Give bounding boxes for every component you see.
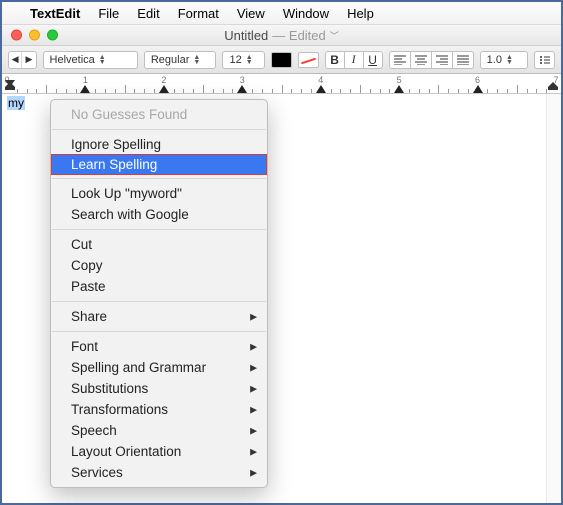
text-editor-area[interactable]: my No Guesses Found Ignore Spelling Lear… xyxy=(2,94,561,503)
left-indent-marker[interactable] xyxy=(5,78,15,93)
font-family-select[interactable]: Helvetica ▲▼ xyxy=(43,51,138,69)
title-chevron-icon: ﹀ xyxy=(330,29,339,42)
align-justify-button[interactable] xyxy=(452,51,474,69)
menu-separator xyxy=(52,229,266,230)
menu-format[interactable]: Format xyxy=(178,6,219,21)
menu-spelling-grammar[interactable]: Spelling and Grammar xyxy=(51,357,267,378)
align-right-button[interactable] xyxy=(431,51,453,69)
format-toolbar: ◀ ▶ Helvetica ▲▼ Regular ▲▼ 12 ▲▼ B I U … xyxy=(2,46,561,74)
list-style-button[interactable] xyxy=(534,51,555,69)
menu-layout-orientation[interactable]: Layout Orientation xyxy=(51,441,267,462)
font-family-value: Helvetica xyxy=(50,54,95,66)
underline-button[interactable]: U xyxy=(363,51,383,69)
menu-window[interactable]: Window xyxy=(283,6,329,21)
tab-stop-marker[interactable] xyxy=(394,85,404,93)
menu-ignore-spelling[interactable]: Ignore Spelling xyxy=(51,134,267,155)
ruler-label: 6 xyxy=(475,75,480,85)
ruler-label: 4 xyxy=(318,75,323,85)
menu-edit[interactable]: Edit xyxy=(137,6,159,21)
chevron-right-icon: ▶ xyxy=(22,52,35,68)
title-edited: — Edited xyxy=(272,28,325,43)
menu-font[interactable]: Font xyxy=(51,336,267,357)
context-menu: No Guesses Found Ignore Spelling Learn S… xyxy=(50,99,268,488)
vertical-scrollbar[interactable] xyxy=(546,94,561,503)
menu-separator xyxy=(52,129,266,130)
menu-look-up[interactable]: Look Up "myword" xyxy=(51,183,267,204)
menu-view[interactable]: View xyxy=(237,6,265,21)
ruler[interactable]: 01234567 xyxy=(2,74,561,94)
right-indent-marker[interactable] xyxy=(548,78,558,93)
line-spacing-select[interactable]: 1.0 ▲▼ xyxy=(480,51,528,69)
tab-stop-marker[interactable] xyxy=(316,85,326,93)
align-center-button[interactable] xyxy=(410,51,432,69)
chevron-left-icon: ◀ xyxy=(9,52,22,68)
tab-stop-marker[interactable] xyxy=(237,85,247,93)
text-style-group: B I U xyxy=(325,51,383,69)
style-stepper[interactable]: ◀ ▶ xyxy=(8,51,37,69)
select-arrows-icon: ▲▼ xyxy=(193,55,200,65)
system-menubar: TextEdit File Edit Format View Window He… xyxy=(2,2,561,24)
font-size-value: 12 xyxy=(229,54,241,66)
font-size-select[interactable]: 12 ▲▼ xyxy=(222,51,264,69)
ruler-label: 1 xyxy=(83,75,88,85)
ruler-label: 2 xyxy=(161,75,166,85)
window-titlebar: Untitled — Edited ﹀ xyxy=(2,24,561,46)
menu-separator xyxy=(52,178,266,179)
menu-services[interactable]: Services xyxy=(51,462,267,483)
minimize-button[interactable] xyxy=(29,30,40,41)
menu-learn-spelling[interactable]: Learn Spelling xyxy=(51,154,267,175)
alignment-group xyxy=(389,51,474,69)
menu-paste[interactable]: Paste xyxy=(51,276,267,297)
highlight-color-swatch[interactable] xyxy=(298,52,319,68)
title-text: Untitled xyxy=(224,28,268,43)
menu-speech[interactable]: Speech xyxy=(51,420,267,441)
window-controls xyxy=(11,30,58,41)
menu-cut[interactable]: Cut xyxy=(51,234,267,255)
text-color-swatch[interactable] xyxy=(271,52,292,68)
menu-help[interactable]: Help xyxy=(347,6,374,21)
ruler-label: 3 xyxy=(240,75,245,85)
menu-search-google[interactable]: Search with Google xyxy=(51,204,267,225)
menu-substitutions[interactable]: Substitutions xyxy=(51,378,267,399)
tab-stop-marker[interactable] xyxy=(473,85,483,93)
italic-button[interactable]: I xyxy=(344,51,364,69)
selected-text[interactable]: my xyxy=(7,96,25,110)
menu-share[interactable]: Share xyxy=(51,306,267,327)
font-style-select[interactable]: Regular ▲▼ xyxy=(144,51,217,69)
tab-stop-marker[interactable] xyxy=(159,85,169,93)
menu-transformations[interactable]: Transformations xyxy=(51,399,267,420)
ruler-label: 5 xyxy=(397,75,402,85)
app-menu[interactable]: TextEdit xyxy=(30,6,80,21)
zoom-button[interactable] xyxy=(47,30,58,41)
select-arrows-icon: ▲▼ xyxy=(506,55,513,65)
line-spacing-value: 1.0 xyxy=(487,54,502,66)
select-arrows-icon: ▲▼ xyxy=(246,55,253,65)
font-style-value: Regular xyxy=(151,54,190,66)
bold-button[interactable]: B xyxy=(325,51,345,69)
tab-stop-marker[interactable] xyxy=(80,85,90,93)
menu-no-guesses: No Guesses Found xyxy=(51,104,267,125)
menu-separator xyxy=(52,331,266,332)
menu-separator xyxy=(52,301,266,302)
menu-copy[interactable]: Copy xyxy=(51,255,267,276)
document-title[interactable]: Untitled — Edited ﹀ xyxy=(224,28,339,43)
align-left-button[interactable] xyxy=(389,51,411,69)
menu-file[interactable]: File xyxy=(98,6,119,21)
close-button[interactable] xyxy=(11,30,22,41)
select-arrows-icon: ▲▼ xyxy=(99,55,106,65)
